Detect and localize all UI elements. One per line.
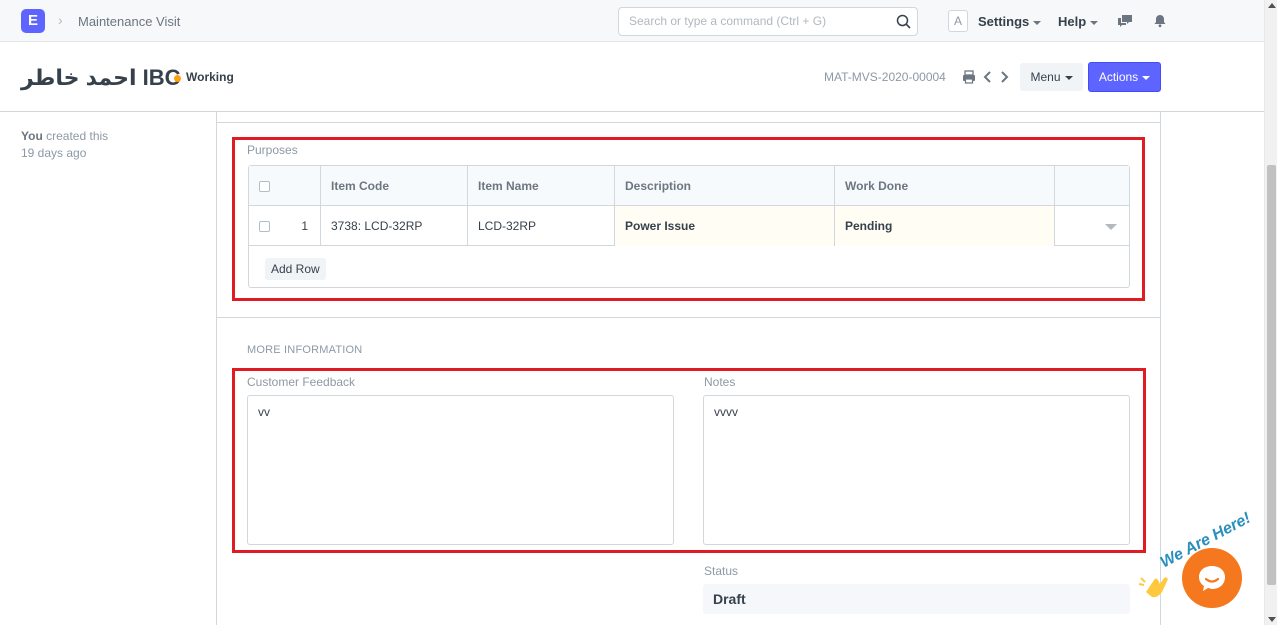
waving-hand-icon — [1138, 577, 1168, 598]
creator-name[interactable]: You — [21, 129, 43, 143]
previous-doc-icon[interactable] — [980, 69, 996, 85]
status-badge: Working — [186, 70, 234, 84]
navbar: E › Maintenance Visit A Settings Help — [0, 0, 1264, 42]
created-when: 19 days ago — [21, 146, 87, 160]
settings-dropdown[interactable]: Settings — [978, 14, 1042, 29]
status-indicator-dot — [174, 75, 181, 82]
scroll-down-arrow-icon[interactable] — [1268, 617, 1276, 622]
avatar[interactable]: A — [948, 10, 968, 32]
chat-bubble-icon — [1199, 566, 1225, 591]
caret-down-icon — [1142, 75, 1151, 80]
menu-label: Menu — [1030, 70, 1061, 84]
scrollbar-thumb[interactable] — [1267, 165, 1276, 585]
menu-button[interactable]: Menu — [1020, 63, 1083, 91]
settings-label: Settings — [978, 14, 1030, 29]
caret-down-icon — [1090, 20, 1099, 25]
actions-label: Actions — [1098, 70, 1139, 84]
caret-down-icon — [1064, 75, 1073, 80]
chat-bubbles-icon[interactable] — [1116, 12, 1134, 30]
document-id: MAT-MVS-2020-00004 — [824, 70, 946, 84]
breadcrumb[interactable]: Maintenance Visit — [78, 14, 180, 29]
search-icon[interactable] — [895, 13, 913, 31]
search-input[interactable] — [629, 14, 879, 28]
chat-open-button[interactable] — [1182, 548, 1242, 608]
form-sidebar-timeline: You created this 19 days ago — [21, 128, 201, 162]
more-information-heading: MORE INFORMATION — [247, 344, 363, 356]
awesomebar — [618, 7, 918, 36]
page-title: احمد خاطر IBC — [21, 65, 181, 90]
print-icon[interactable] — [961, 69, 977, 85]
help-label: Help — [1058, 14, 1087, 29]
chevron-right-icon: › — [58, 12, 63, 28]
created-by-line: You created this — [21, 128, 201, 145]
app-logo[interactable]: E — [21, 9, 45, 33]
chat-widget[interactable]: We Are Here! — [1136, 510, 1266, 612]
status-value: Draft — [703, 584, 1130, 614]
purposes-highlight-box — [232, 137, 1145, 301]
bell-icon[interactable] — [1151, 12, 1169, 30]
status-label: Status — [704, 564, 739, 578]
actions-button[interactable]: Actions — [1088, 62, 1161, 92]
page-head: احمد خاطر IBC Working MAT-MVS-2020-00004… — [0, 43, 1264, 112]
caret-down-icon — [1033, 20, 1042, 25]
feedback-notes-highlight-box — [232, 368, 1146, 553]
created-text: created this — [46, 129, 109, 143]
scroll-up-arrow-icon[interactable] — [1268, 3, 1276, 8]
help-dropdown[interactable]: Help — [1058, 14, 1099, 29]
next-doc-icon[interactable] — [996, 69, 1012, 85]
